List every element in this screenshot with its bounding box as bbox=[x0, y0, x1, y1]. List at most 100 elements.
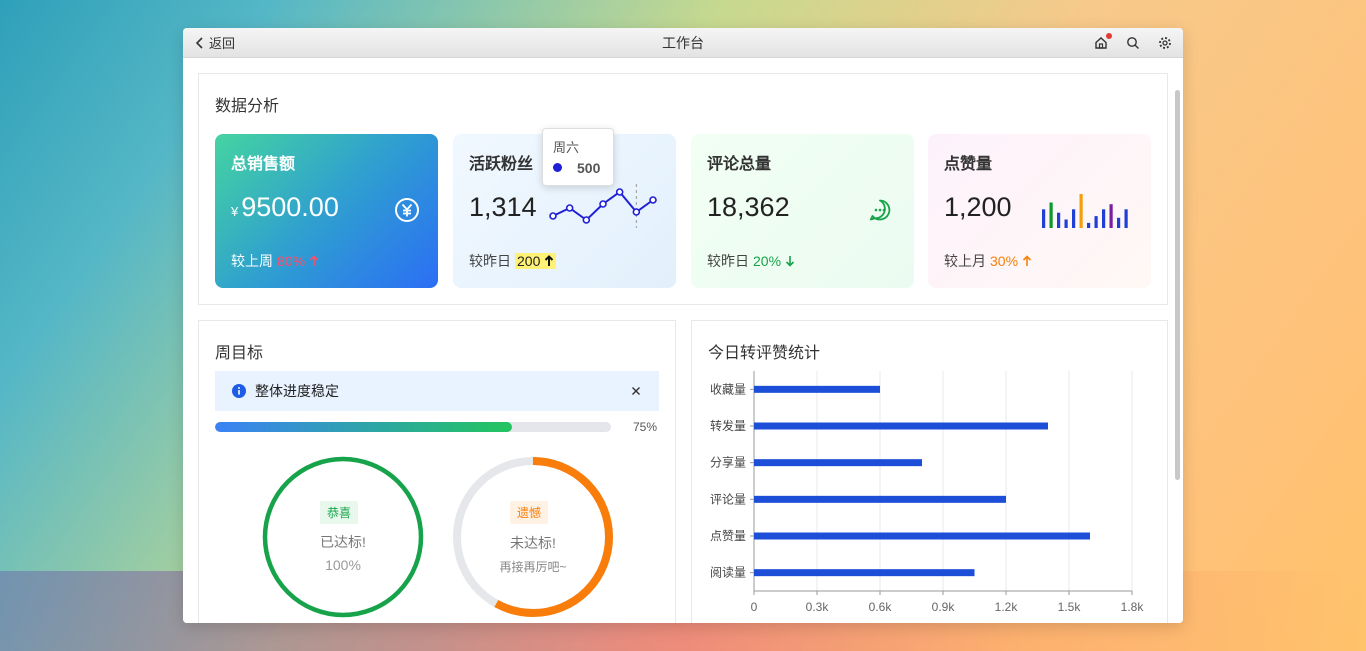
achieved-status: 已达标! bbox=[320, 534, 366, 550]
app-window: 返回 工作台 数据分析 总销售额 ¥ 9500.00 较上周 80% 活跃粉丝 … bbox=[183, 28, 1183, 623]
arrow-up-icon bbox=[1022, 255, 1032, 266]
mini-bar bbox=[1087, 222, 1091, 228]
mini-bar bbox=[1109, 204, 1113, 228]
stats-bar-chart: 0 0.3k 0.6k 0.9k 1.2k 1.5k 1.8k 收藏量转发量分享量评论量点赞量… bbox=[710, 371, 1145, 614]
tooltip-value: 500 bbox=[577, 160, 601, 176]
compare-label: 较昨日 bbox=[469, 253, 511, 269]
sales-amount: 9500.00 bbox=[241, 192, 339, 222]
missed-tag: 遗憾 bbox=[510, 501, 549, 524]
x-tick-label: 0.3k bbox=[806, 600, 830, 614]
sales-card: 总销售额 ¥ 9500.00 较上周 80% bbox=[215, 134, 438, 288]
arrow-up-icon bbox=[309, 255, 319, 266]
fans-sparkline[interactable] bbox=[547, 182, 659, 230]
currency-symbol: ¥ bbox=[231, 204, 239, 219]
bar bbox=[754, 385, 880, 393]
analysis-panel: 数据分析 总销售额 ¥ 9500.00 较上周 80% 活跃粉丝 1,314 较… bbox=[198, 73, 1168, 305]
sparkline-tooltip: 周六 500 bbox=[542, 128, 614, 186]
panel-title: 数据分析 bbox=[215, 98, 280, 115]
close-icon[interactable] bbox=[631, 386, 641, 396]
missed-note: 再接再厉吧~ bbox=[499, 560, 567, 574]
fans-compare: 较昨日 200 bbox=[469, 251, 557, 271]
sparkline-point bbox=[632, 208, 641, 216]
mini-bar bbox=[1057, 212, 1061, 228]
compare-value: 30% bbox=[990, 253, 1019, 269]
sales-value: ¥ 9500.00 bbox=[231, 192, 339, 223]
progress-fill bbox=[215, 422, 512, 432]
progress-bar bbox=[215, 422, 611, 432]
y-tick-label: 点赞量 bbox=[710, 529, 746, 543]
sparkline-point bbox=[599, 200, 607, 208]
likes-compare: 较上月 30% bbox=[944, 251, 1032, 271]
scrollbar[interactable] bbox=[1175, 90, 1180, 480]
title-bar: 返回 工作台 bbox=[183, 28, 1183, 58]
bar bbox=[754, 569, 975, 577]
achieved-tag: 恭喜 bbox=[320, 501, 359, 524]
mini-bar bbox=[1049, 202, 1053, 228]
likes-minibars bbox=[1042, 194, 1128, 228]
search-button[interactable] bbox=[1125, 35, 1141, 51]
tooltip-label: 周六 bbox=[553, 140, 580, 155]
missed-status: 未达标! bbox=[510, 535, 556, 551]
home-button[interactable] bbox=[1093, 32, 1112, 51]
mini-bar bbox=[1124, 209, 1128, 228]
x-tick-label: 1.8k bbox=[1121, 600, 1145, 614]
info-alert: 整体进度稳定 bbox=[215, 371, 659, 411]
alert-text: 整体进度稳定 bbox=[255, 383, 339, 399]
card-title: 活跃粉丝 bbox=[469, 156, 534, 173]
x-tick-label: 0.9k bbox=[932, 600, 956, 614]
compare-label: 较昨日 bbox=[707, 253, 749, 269]
mini-bar bbox=[1102, 209, 1106, 228]
mini-bar bbox=[1042, 209, 1046, 228]
mini-bar bbox=[1072, 209, 1076, 228]
x-tick-label: 0 bbox=[751, 600, 758, 614]
bar bbox=[754, 422, 1048, 430]
bar bbox=[754, 495, 1006, 503]
sparkline-point bbox=[549, 212, 557, 220]
sparkline-point bbox=[615, 188, 624, 196]
y-tick-label: 收藏量 bbox=[710, 382, 746, 396]
window-title: 工作台 bbox=[662, 34, 704, 51]
compare-label: 较上月 bbox=[944, 253, 986, 269]
settings-button[interactable] bbox=[1157, 35, 1173, 51]
info-icon bbox=[232, 384, 246, 398]
x-tick-label: 0.6k bbox=[869, 600, 893, 614]
y-tick-label: 分享量 bbox=[710, 455, 746, 470]
progress-label: 75% bbox=[633, 420, 658, 434]
compare-value: 80% bbox=[277, 253, 306, 269]
mini-bar bbox=[1094, 216, 1098, 228]
today-panel: 今日转评赞统计 0 0.3k 0.6k 0.9k 1.2k 1.5k 1.8k 收藏量 转发量分… bbox=[691, 320, 1168, 623]
sparkline-point bbox=[649, 196, 657, 204]
likes-card: 点赞量 1,200 较上月 30% bbox=[928, 134, 1151, 288]
compare-highlight: 200 bbox=[515, 253, 557, 269]
mini-bar bbox=[1117, 217, 1121, 228]
y-tick-label: 阅读量 bbox=[710, 566, 746, 580]
sparkline-point bbox=[565, 204, 574, 212]
content-area: 数据分析 总销售额 ¥ 9500.00 较上周 80% 活跃粉丝 1,314 较… bbox=[183, 58, 1183, 623]
bar bbox=[754, 459, 922, 467]
weekly-panel: 周目标 整体进度稳定 75% 恭喜 已达标! 100% 遗憾 未达标! 再接再厉… bbox=[198, 320, 676, 623]
card-title: 评论总量 bbox=[707, 156, 772, 173]
message-icon bbox=[869, 199, 891, 221]
comments-compare: 较昨日 20% bbox=[707, 251, 795, 271]
notification-dot bbox=[1106, 32, 1112, 39]
likes-value: 1,200 bbox=[944, 192, 1012, 222]
sparkline-point bbox=[582, 216, 591, 224]
gear-icon bbox=[1159, 36, 1171, 49]
fans-value: 1,314 bbox=[469, 192, 537, 222]
search-icon bbox=[1127, 36, 1139, 49]
arrow-up-icon bbox=[545, 255, 554, 266]
yuan-icon bbox=[395, 198, 419, 222]
arrow-down-icon bbox=[785, 256, 795, 267]
bar bbox=[754, 532, 1090, 540]
y-tick-label: 转发量 bbox=[710, 418, 746, 433]
x-tick-label: 1.5k bbox=[1058, 600, 1082, 614]
sales-compare: 较上周 80% bbox=[231, 251, 319, 271]
back-button[interactable]: 返回 bbox=[195, 33, 235, 52]
tooltip-marker bbox=[553, 163, 562, 172]
compare-value: 20% bbox=[753, 253, 782, 269]
panel-title: 周目标 bbox=[215, 345, 264, 362]
y-tick-label: 评论量 bbox=[710, 492, 746, 506]
chevron-left-icon bbox=[195, 36, 203, 49]
mini-bar bbox=[1064, 219, 1068, 228]
x-tick-label: 1.2k bbox=[995, 600, 1019, 614]
